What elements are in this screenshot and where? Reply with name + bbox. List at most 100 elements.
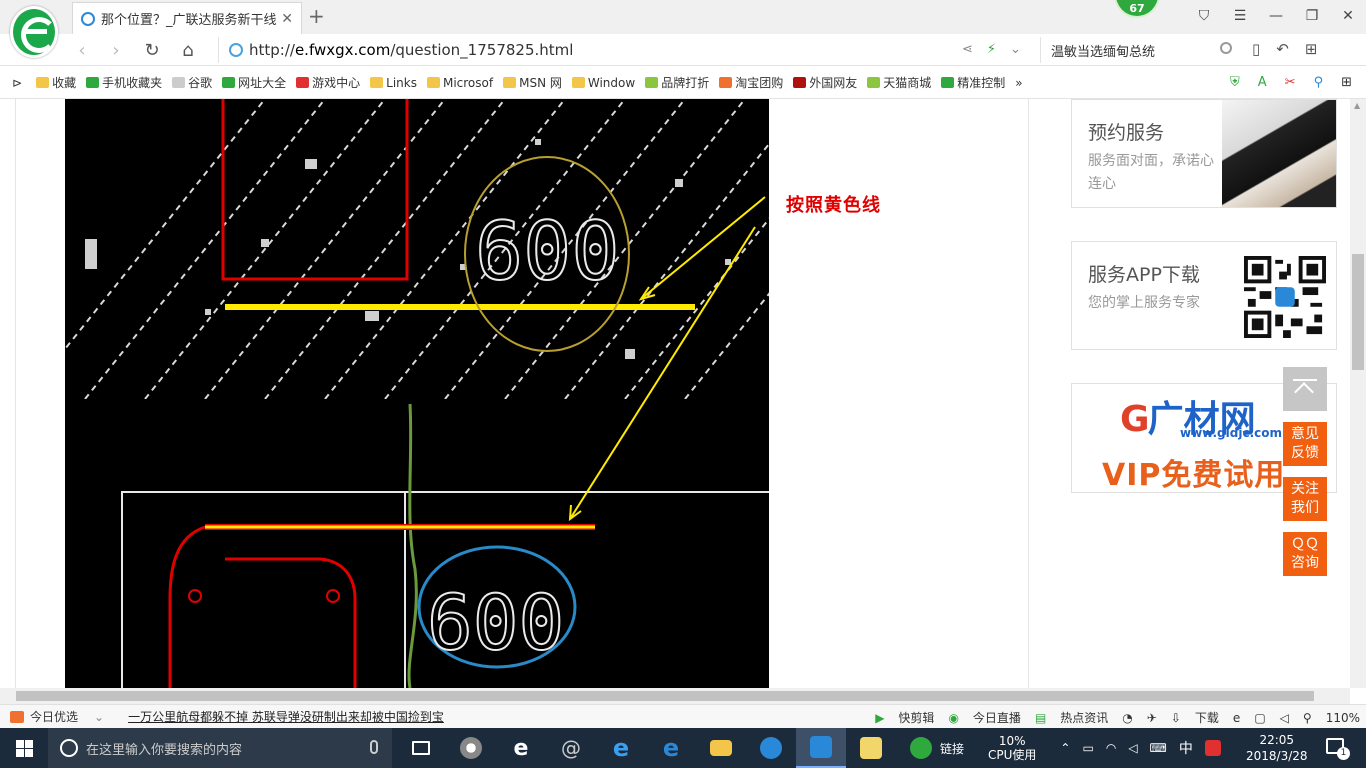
volume-icon[interactable]: ◁: [1128, 741, 1137, 755]
vertical-scrollbar[interactable]: ▲: [1350, 99, 1366, 688]
speed-icon[interactable]: ◔: [1122, 711, 1132, 725]
menu-icon[interactable]: ☰: [1222, 4, 1258, 28]
site-info-icon[interactable]: [229, 43, 243, 57]
scroll-up-icon[interactable]: ▲: [1354, 101, 1360, 110]
start-button[interactable]: [0, 728, 48, 768]
restore-icon[interactable]: ❐: [1294, 4, 1330, 28]
zoom-level[interactable]: 110%: [1326, 711, 1360, 725]
glodon-cad-icon[interactable]: [796, 728, 846, 768]
pin-icon[interactable]: ✈: [1147, 711, 1157, 725]
browser-360-icon[interactable]: [896, 728, 946, 768]
horizontal-scroll-thumb[interactable]: [16, 691, 1314, 701]
chevron-down-icon[interactable]: ⌄: [94, 710, 104, 724]
more-bookmarks-icon[interactable]: »: [1015, 76, 1022, 90]
tab-active[interactable]: 那个位置？_广联达服务新干线 ✕: [72, 2, 302, 34]
search-input[interactable]: 温敏当选缅甸总统: [1051, 41, 1155, 60]
translate-icon[interactable]: A: [1258, 75, 1267, 90]
taskbar-search[interactable]: 在这里输入你要搜索的内容: [48, 728, 392, 768]
glodon-app-icon[interactable]: [746, 728, 796, 768]
bookmark-item[interactable]: 游戏中心: [296, 74, 360, 91]
hot-news-link[interactable]: 热点资讯: [1060, 709, 1108, 726]
tab-close-icon[interactable]: ✕: [281, 11, 293, 27]
back-icon[interactable]: ‹: [70, 38, 94, 62]
bookmark-item[interactable]: 网址大全: [222, 74, 286, 91]
zoom-icon[interactable]: ⚲: [1303, 711, 1312, 725]
bookmark-item[interactable]: 收藏: [36, 74, 76, 91]
bookmark-item[interactable]: 手机收藏夹: [86, 74, 162, 91]
kuaijianji-link[interactable]: 快剪辑: [898, 709, 934, 726]
swirl-app-icon[interactable]: @: [546, 728, 596, 768]
scissors-icon[interactable]: ✂: [1285, 75, 1296, 90]
live-link[interactable]: 今日直播: [973, 709, 1021, 726]
search-icon[interactable]: [1220, 42, 1232, 54]
refresh-icon[interactable]: ↻: [140, 38, 164, 62]
daily-picks-label[interactable]: 今日优选: [30, 708, 78, 725]
lightning-icon[interactable]: ⚡: [987, 42, 996, 57]
close-icon[interactable]: ✕: [1330, 4, 1366, 28]
bookmark-item[interactable]: 天猫商城: [867, 74, 931, 91]
file-explorer-icon[interactable]: [696, 728, 746, 768]
bookmark-item[interactable]: 精准控制: [941, 74, 1005, 91]
address-url[interactable]: http://e.fwxgx.com/question_1757825.html: [249, 41, 573, 59]
taskbar-search-input[interactable]: 在这里输入你要搜索的内容: [86, 739, 242, 758]
edge-browser-icon[interactable]: e: [596, 728, 646, 768]
fan-app-icon[interactable]: [446, 728, 496, 768]
live-icon[interactable]: ◉: [948, 711, 958, 725]
share-icon[interactable]: ⋖: [962, 42, 973, 57]
action-center-icon[interactable]: 1: [1326, 738, 1350, 760]
score-badge[interactable]: 67: [1114, 0, 1160, 18]
system-clock[interactable]: 22:05 2018/3/28: [1246, 732, 1308, 764]
bookmark-item[interactable]: MSN 网: [503, 74, 562, 91]
window-mode-icon[interactable]: ▢: [1254, 711, 1265, 725]
app-download-card[interactable]: 服务APP下载 您的掌上服务专家: [1071, 241, 1337, 350]
service-card[interactable]: 预约服务 服务面对面，承诺心连心: [1071, 99, 1337, 208]
magnifier-icon[interactable]: ⚲: [1314, 75, 1324, 90]
shield-icon[interactable]: ⛨: [1230, 75, 1240, 90]
forward-icon[interactable]: ›: [104, 38, 128, 62]
video-edit-icon[interactable]: ▶: [875, 711, 884, 725]
ime-indicator[interactable]: 中: [1179, 738, 1193, 758]
ie-mode-icon[interactable]: e: [1233, 711, 1240, 725]
internet-explorer-icon[interactable]: e: [646, 728, 696, 768]
qq-consult-button[interactable]: ＱＱ咨询: [1283, 532, 1327, 576]
undo-icon[interactable]: ↶: [1276, 40, 1289, 58]
microphone-icon[interactable]: [370, 740, 378, 754]
minimize-icon[interactable]: —: [1258, 4, 1294, 28]
feedback-button[interactable]: 意见反馈: [1283, 422, 1327, 466]
browser-logo-icon[interactable]: [10, 6, 58, 58]
new-tab-icon[interactable]: +: [308, 4, 325, 28]
bookmark-item[interactable]: Microsof: [426, 74, 493, 91]
battery-icon[interactable]: ▭: [1082, 741, 1093, 755]
task-view-icon[interactable]: [396, 728, 446, 768]
bookmark-item[interactable]: Links: [370, 74, 417, 91]
download-link[interactable]: 下载: [1195, 709, 1219, 726]
ie-app-icon[interactable]: e: [496, 728, 546, 768]
chevron-down-icon[interactable]: ⌄: [1010, 42, 1021, 57]
sidebar-toggle-icon[interactable]: ⊳: [12, 76, 22, 90]
bookmark-item[interactable]: 谷歌: [172, 74, 212, 91]
links-label[interactable]: 链接: [940, 740, 964, 757]
notepad-app-icon[interactable]: [846, 728, 896, 768]
follow-us-button[interactable]: 关注我们: [1283, 477, 1327, 521]
bookmark-item[interactable]: Window: [571, 74, 635, 91]
cpu-meter[interactable]: 10% CPU使用: [988, 734, 1036, 762]
vertical-scroll-thumb[interactable]: [1352, 254, 1364, 370]
search-box[interactable]: 温敏当选缅甸总统: [1040, 37, 1240, 63]
grid-icon[interactable]: ⊞: [1305, 40, 1318, 58]
address-bar[interactable]: http://e.fwxgx.com/question_1757825.html: [218, 37, 1038, 63]
back-to-top-button[interactable]: [1283, 367, 1327, 411]
apps-icon[interactable]: ⊞: [1341, 75, 1352, 90]
download-icon[interactable]: ⇩: [1171, 711, 1181, 725]
shirt-icon[interactable]: ⛉: [1186, 4, 1222, 28]
mute-icon[interactable]: ◁: [1280, 711, 1289, 725]
news-ticker-link[interactable]: 一万公里航母都躲不掉 苏联导弹没研制出来却被中国捡到宝: [128, 708, 444, 725]
mobile-icon[interactable]: ▯: [1252, 40, 1260, 58]
horizontal-scrollbar[interactable]: [0, 688, 1350, 704]
sogou-ime-icon[interactable]: [1204, 740, 1221, 756]
home-icon[interactable]: ⌂: [176, 38, 200, 62]
news-icon[interactable]: ▤: [1035, 711, 1046, 725]
bookmark-item[interactable]: 外国网友: [793, 74, 857, 91]
tray-expand-icon[interactable]: ⌃: [1060, 741, 1070, 755]
wifi-icon[interactable]: ◠: [1106, 741, 1116, 755]
bookmark-item[interactable]: 品牌打折: [645, 74, 709, 91]
